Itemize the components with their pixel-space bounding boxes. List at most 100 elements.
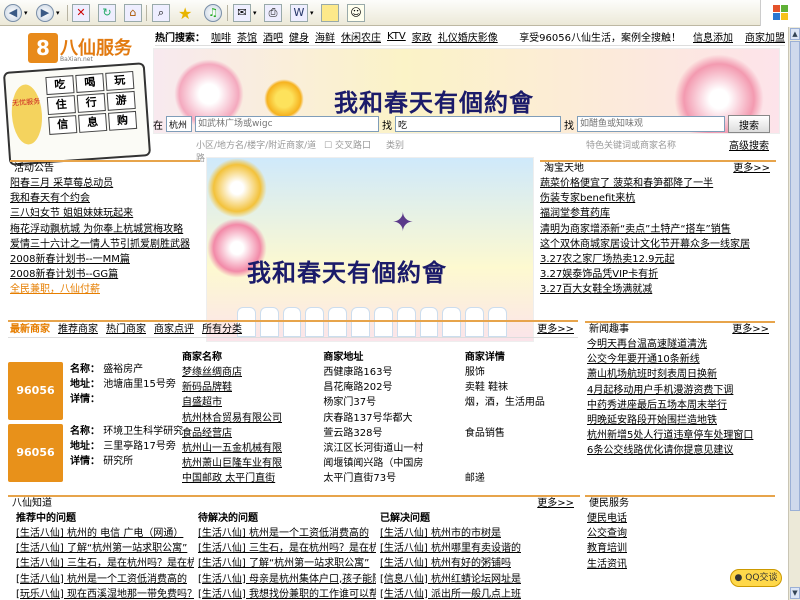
hot-item[interactable]: KTV [387,31,406,42]
forward-button[interactable]: ▶ ▾ [36,3,60,23]
vertical-scrollbar[interactable]: ▲ ▼ [788,27,800,600]
refresh-button[interactable]: ↻ [98,3,116,23]
hot-item[interactable]: 海鲜 [315,29,335,44]
news-link[interactable]: 杭州新增5处人行道违章停车处理窗口 [587,430,753,441]
advanced-search-link[interactable]: 高级搜索 [729,137,769,152]
question-link[interactable]: [生活八仙] 派出所一般几点上班 [380,589,521,600]
tab-popular[interactable]: 热门商家 [106,322,146,337]
qq-chat-button[interactable]: ● QQ交谈 [730,569,782,587]
favorites-button[interactable]: ★ [178,3,192,23]
site-logo[interactable]: 8 八仙服务 BaXian.net [8,31,148,67]
activity-link[interactable]: 2008新春计划书--一MM篇 [10,254,130,265]
merchant-logo[interactable]: 96056 [8,362,63,420]
place-input[interactable] [195,116,379,132]
activity-link[interactable]: 三八妇女节 姐姐妹妹玩起来 [10,208,133,219]
edit-button[interactable]: W ▾ [290,3,314,23]
taobao-link[interactable]: 福润堂参茸药库 [540,208,610,219]
more-link[interactable]: 更多>> [732,323,769,337]
merchant-link[interactable]: 食品经营店 [182,428,232,439]
question-link[interactable]: [玩乐八仙] 现在西溪湿地那一带免费吗？ [16,589,194,600]
tab-all-categories[interactable]: 所有分类 [202,322,242,337]
media-button[interactable]: ♫ [204,3,222,23]
center-banner[interactable]: ✦ 我和春天有個約會 [206,157,534,342]
add-info-link[interactable]: 信息添加 [693,29,733,44]
service-link[interactable]: 便民电话 [587,513,627,524]
back-button[interactable]: ◀ ▾ [4,3,28,23]
news-link[interactable]: 萧山机场航班时刻表周日换新 [587,369,717,380]
question-link[interactable]: [生活八仙] 杭州哪里有卖设谐的 [380,543,521,554]
scroll-thumb[interactable] [790,41,800,511]
activity-link[interactable]: 梅花浮动飘杭城 为你奉上杭城赏梅攻略 [10,224,183,235]
news-link[interactable]: 今明天再台温高速隧道清洗 [587,339,707,350]
hot-item[interactable]: 礼仪婚庆影像 [438,29,498,44]
hot-item[interactable]: 健身 [289,29,309,44]
mail-button[interactable]: ✉ ▾ [233,3,257,23]
news-link[interactable]: 中药秀进座最后五场本周末举行 [587,400,727,411]
question-link[interactable]: [生活八仙] 母亲是杭州集体户口,孩子能随 [198,574,376,585]
service-link[interactable]: 生活资讯 [587,559,627,570]
home-button[interactable]: ⌂ [124,3,142,23]
activity-link[interactable]: 2008新春计划书--GG篇 [10,269,118,280]
taobao-link[interactable]: 3.27农之家厂场热卖12.9元起 [540,254,675,265]
question-link[interactable]: [生活八仙] 杭州市的市树是 [380,528,501,539]
scroll-down-icon[interactable]: ▼ [790,587,800,599]
search-button[interactable]: ⌕ [152,3,170,23]
question-link[interactable]: [生活八仙] 我想找份兼职的工作谁可以帮 [198,589,376,600]
question-link[interactable]: [生活八仙] 三生石，是在杭州吗？是在杭 [198,543,376,554]
stop-button[interactable]: ✕ [72,3,90,23]
more-link[interactable]: 更多>> [733,162,770,176]
taobao-link[interactable]: 伤装专家benefit来杭 [540,193,635,204]
more-link[interactable]: 更多>> [537,322,574,338]
question-link[interactable]: [生活八仙] 了解“杭州第一站求职公寓” [198,558,369,569]
activity-link[interactable]: 我和春天有个约会 [10,193,90,204]
merchant-link[interactable]: 新码品牌鞋 [182,382,232,393]
hot-item[interactable]: 茶馆 [237,29,257,44]
merchant-logo[interactable]: 96056 [8,424,63,482]
taobao-link[interactable]: 这个双休商城家居设计文化节开幕众多一线家居 [540,239,750,250]
merchant-link[interactable]: 杭州林合贸易有限公司 [182,413,282,424]
question-link[interactable]: [生活八仙] 杭州是一个工资低消费高的 [198,528,369,539]
news-link[interactable]: 公交今年要开通10条新线 [587,354,700,365]
hot-item[interactable]: 酒吧 [263,29,283,44]
taobao-link[interactable]: 清明为商家增添新“卖点”土特产“搭车”销售 [540,224,731,235]
question-link[interactable]: [生活八仙] 三生石，是在杭州吗？是在杭 [16,558,194,569]
news-link[interactable]: 明晚延安路段开始围拦造地铁 [587,415,717,426]
more-link[interactable]: 更多>> [537,497,574,511]
hot-item[interactable]: 休闲农庄 [341,29,381,44]
tab-recommended[interactable]: 推荐商家 [58,322,98,337]
scroll-up-icon[interactable]: ▲ [790,28,800,40]
merchant-link[interactable]: 自盛超市 [182,397,222,408]
taobao-link[interactable]: 3.27娱泰饰品凭VIP卡有折 [540,269,658,280]
discuss-button[interactable] [321,3,339,23]
question-link[interactable]: [生活八仙] 杭州的 电信 广电（网通） [16,528,183,539]
taobao-link[interactable]: 3.27百大女鞋全场满就减 [540,284,652,295]
merchant-join-link[interactable]: 商家加盟 [745,29,785,44]
question-link[interactable]: [信息八仙] 杭州红蜻论坛网址是 [380,574,521,585]
activity-link[interactable]: 全民兼职，八仙付薪 [10,284,100,295]
search-submit-button[interactable]: 搜索 [728,115,770,133]
merchant-link[interactable]: 中国邮政 太平门直街 [182,473,275,484]
question-link[interactable]: [生活八仙] 杭州是一个工资低消费高的 [16,574,187,585]
cross-road-checkbox[interactable]: ☐ 交叉路口 [324,138,386,152]
activity-link[interactable]: 阳春三月 采草莓总动员 [10,178,113,189]
hot-item[interactable]: 咖啡 [211,29,231,44]
news-link[interactable]: 6条公交线路优化请你提意见建议 [587,445,733,456]
question-link[interactable]: [生活八仙] 杭州有好的粥铺吗 [380,558,511,569]
hot-item[interactable]: 家政 [412,29,432,44]
print-button[interactable]: ⎙ [264,3,282,23]
question-link[interactable]: [生活八仙] 了解“杭州第一站求职公寓” [16,543,187,554]
tab-newest[interactable]: 最新商家 [10,322,50,337]
city-field[interactable] [166,116,192,132]
keyword-input[interactable] [395,116,561,132]
merchant-link[interactable]: 梦缘丝绸商店 [182,367,242,378]
messenger-button[interactable]: ☺ [347,3,365,23]
activity-link[interactable]: 爱情三十六计之一情人节引抓爱剧胜武器 [10,239,190,250]
news-link[interactable]: 4月起移动用户手机漫游资费下调 [587,385,733,396]
tab-reviews[interactable]: 商家点评 [154,322,194,337]
merchant-link[interactable]: 杭州萧山巨隆车业有限 [182,458,282,469]
service-link[interactable]: 公交查询 [587,528,627,539]
service-link[interactable]: 教育培训 [587,543,627,554]
taobao-link[interactable]: 蔬菜价格便宜了 菠菜和春笋都降了一半 [540,178,713,189]
shop-input[interactable] [577,116,725,132]
merchant-link[interactable]: 杭州山一五金机械有限 [182,443,282,454]
